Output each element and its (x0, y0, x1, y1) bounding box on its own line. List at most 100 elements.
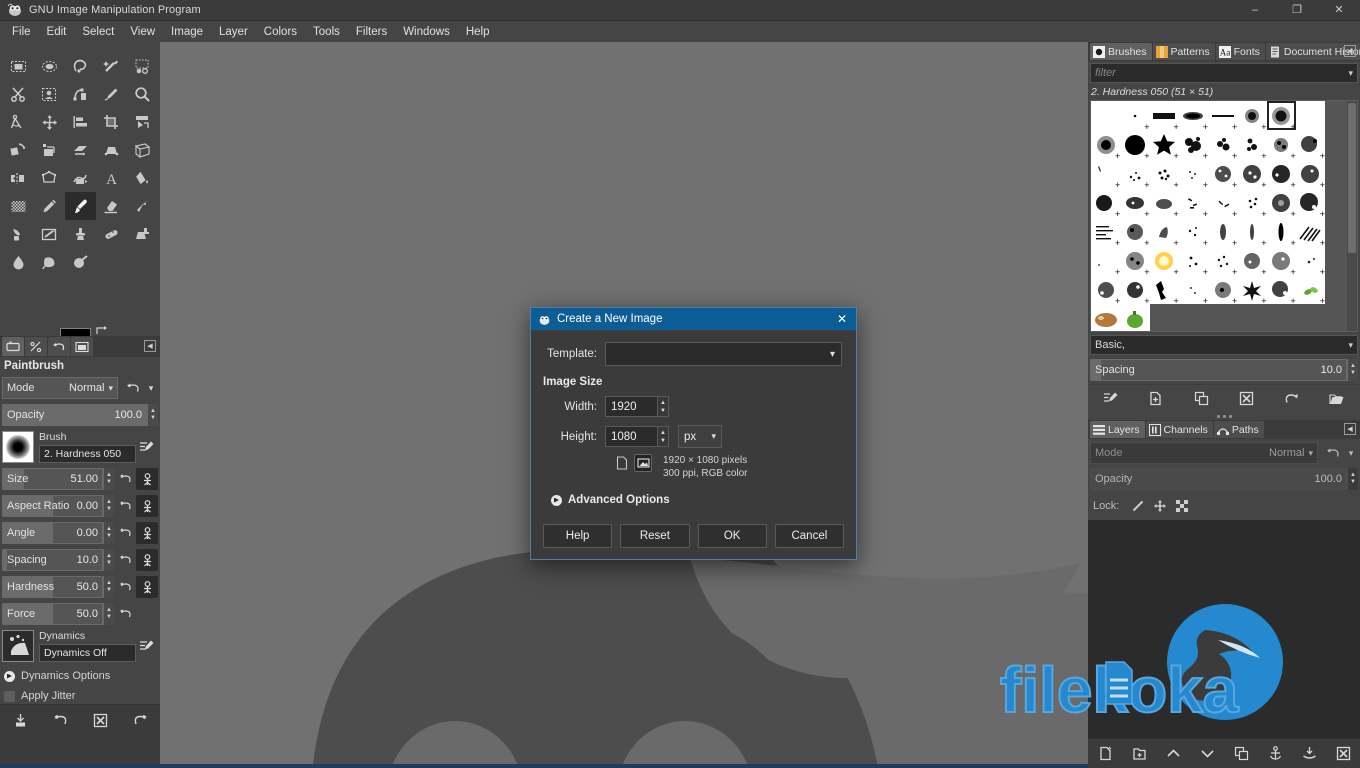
brush-grid[interactable]: + + + + + + + + + + + + + + + + + + + + … (1090, 100, 1358, 332)
brush-cell[interactable]: + (1091, 130, 1120, 159)
maximize-button[interactable]: ❐ (1276, 0, 1318, 21)
open-brush-folder-icon[interactable] (1326, 388, 1348, 410)
duplicate-layer-icon[interactable] (1230, 743, 1252, 765)
eraser-icon[interactable] (96, 192, 127, 220)
brush-cell[interactable]: + (1091, 217, 1120, 246)
flip-icon[interactable] (3, 164, 34, 192)
brush-cell[interactable] (1091, 304, 1120, 331)
reset-spacing-icon[interactable] (114, 549, 136, 571)
brush-cell[interactable]: + (1150, 159, 1179, 188)
cancel-button[interactable]: Cancel (774, 524, 844, 548)
brush-cell[interactable]: + (1267, 246, 1296, 275)
link-size-dynamics-icon[interactable] (136, 468, 158, 490)
tool-options-tab[interactable] (2, 337, 24, 356)
menu-select[interactable]: Select (74, 22, 122, 42)
brush-cell[interactable]: + (1267, 275, 1296, 304)
menu-help[interactable]: Help (458, 22, 498, 42)
new-brush-icon[interactable] (1145, 388, 1167, 410)
save-tool-preset-icon[interactable] (8, 709, 32, 733)
minimize-button[interactable]: – (1234, 0, 1276, 21)
link-angle-dynamics-icon[interactable] (136, 522, 158, 544)
scissors-select-icon[interactable] (3, 80, 34, 108)
brush-tag-filter[interactable]: Basic, ▾ (1090, 335, 1358, 355)
warp-transform-icon[interactable] (65, 164, 96, 192)
portrait-orientation-icon[interactable] (613, 454, 631, 472)
brush-cell[interactable]: + (1267, 130, 1296, 159)
reset-layer-mode-icon[interactable] (1322, 442, 1344, 464)
tab-layers[interactable]: Layers (1090, 421, 1145, 438)
force-stepper[interactable]: ▲ ▼ (103, 603, 114, 625)
brush-cell[interactable]: + (1296, 275, 1325, 304)
brush-cell[interactable]: + (1150, 130, 1179, 159)
brush-cell[interactable]: + (1179, 246, 1208, 275)
brush-cell[interactable]: + (1150, 101, 1179, 130)
measure-icon[interactable] (3, 108, 34, 136)
cage-transform-icon[interactable] (34, 164, 65, 192)
reset-hardness-icon[interactable] (114, 576, 136, 598)
brush-cell[interactable]: + (1237, 130, 1267, 159)
delete-layer-icon[interactable] (1332, 743, 1354, 765)
new-layer-group-icon[interactable] (1128, 743, 1150, 765)
brush-cell[interactable]: + (1091, 159, 1120, 188)
lock-position-icon[interactable] (1149, 495, 1171, 517)
spacing-stepper[interactable]: ▲ ▼ (103, 549, 114, 571)
delete-tool-preset-icon[interactable] (88, 709, 112, 733)
brush-cell[interactable]: + (1120, 130, 1150, 159)
brush-cell[interactable]: + (1237, 188, 1267, 217)
brush-cell[interactable] (1091, 101, 1120, 130)
landscape-orientation-icon[interactable] (634, 454, 652, 472)
brush-cell[interactable]: + (1237, 246, 1267, 275)
lower-layer-icon[interactable] (1196, 743, 1218, 765)
aspect-ratio-stepper[interactable]: ▲ ▼ (103, 495, 114, 517)
dodge-burn-icon[interactable] (65, 248, 96, 276)
blur-sharpen-icon[interactable] (3, 248, 34, 276)
dock-menu-icon[interactable]: ◀ (1344, 45, 1356, 57)
brush-cell[interactable]: + (1179, 188, 1208, 217)
link-hardness-dynamics-icon[interactable] (136, 576, 158, 598)
unit-select[interactable]: px ▾ (678, 425, 722, 448)
ok-button[interactable]: OK (697, 524, 767, 548)
brush-cell[interactable]: + (1179, 130, 1208, 159)
paths-icon[interactable] (65, 80, 96, 108)
dynamics-name-field[interactable]: Dynamics Off (39, 644, 136, 662)
3d-transform-icon[interactable] (127, 136, 158, 164)
brush-cell[interactable]: + (1237, 101, 1267, 130)
perspective-icon[interactable] (96, 136, 127, 164)
layer-mode-select[interactable]: Mode Normal ▾ (1090, 442, 1318, 464)
brush-cell[interactable] (1296, 101, 1325, 130)
spacing-slider[interactable]: Spacing 10.0 (2, 549, 103, 571)
duplicate-brush-icon[interactable] (1190, 388, 1212, 410)
clone-icon[interactable] (65, 220, 96, 248)
brush-cell[interactable]: + (1091, 275, 1120, 304)
delete-brush-icon[interactable] (1236, 388, 1258, 410)
rect-select-icon[interactable] (3, 52, 34, 80)
menu-image[interactable]: Image (163, 22, 211, 42)
size-stepper[interactable]: ▲ ▼ (103, 468, 114, 490)
paint-mode-select[interactable]: Mode Normal ▾ (2, 377, 118, 399)
dialog-close-button[interactable]: ✕ (828, 308, 856, 330)
force-slider[interactable]: Force 50.0 (2, 603, 103, 625)
brush-cell[interactable]: + (1120, 246, 1150, 275)
reset-tool-options-icon[interactable] (128, 709, 152, 733)
brush-cell[interactable]: + (1179, 159, 1208, 188)
foreground-select-icon[interactable] (34, 80, 65, 108)
refresh-brushes-icon[interactable] (1281, 388, 1303, 410)
height-stepper[interactable]: ▲ ▼ (657, 426, 669, 447)
smudge-icon[interactable] (34, 248, 65, 276)
brush-cell[interactable]: + (1237, 275, 1267, 304)
brush-cell[interactable]: + (1208, 217, 1237, 246)
select-by-color-icon[interactable] (127, 52, 158, 80)
images-tab[interactable] (71, 337, 93, 356)
move-icon[interactable] (34, 108, 65, 136)
bucket-fill-icon[interactable] (127, 164, 158, 192)
fuzzy-select-icon[interactable] (96, 52, 127, 80)
reset-aspect-ratio-icon[interactable] (114, 495, 136, 517)
brush-cell[interactable]: + (1091, 188, 1120, 217)
opacity-slider[interactable]: Opacity 100.0 (2, 404, 147, 426)
brush-cell[interactable]: + (1120, 217, 1150, 246)
brush-cell[interactable]: + (1150, 188, 1179, 217)
dynamics-options-expander[interactable]: Dynamics Options (0, 666, 160, 686)
menu-colors[interactable]: Colors (256, 22, 305, 42)
brush-cell[interactable]: + (1179, 217, 1208, 246)
brush-cell[interactable]: + (1150, 275, 1179, 304)
